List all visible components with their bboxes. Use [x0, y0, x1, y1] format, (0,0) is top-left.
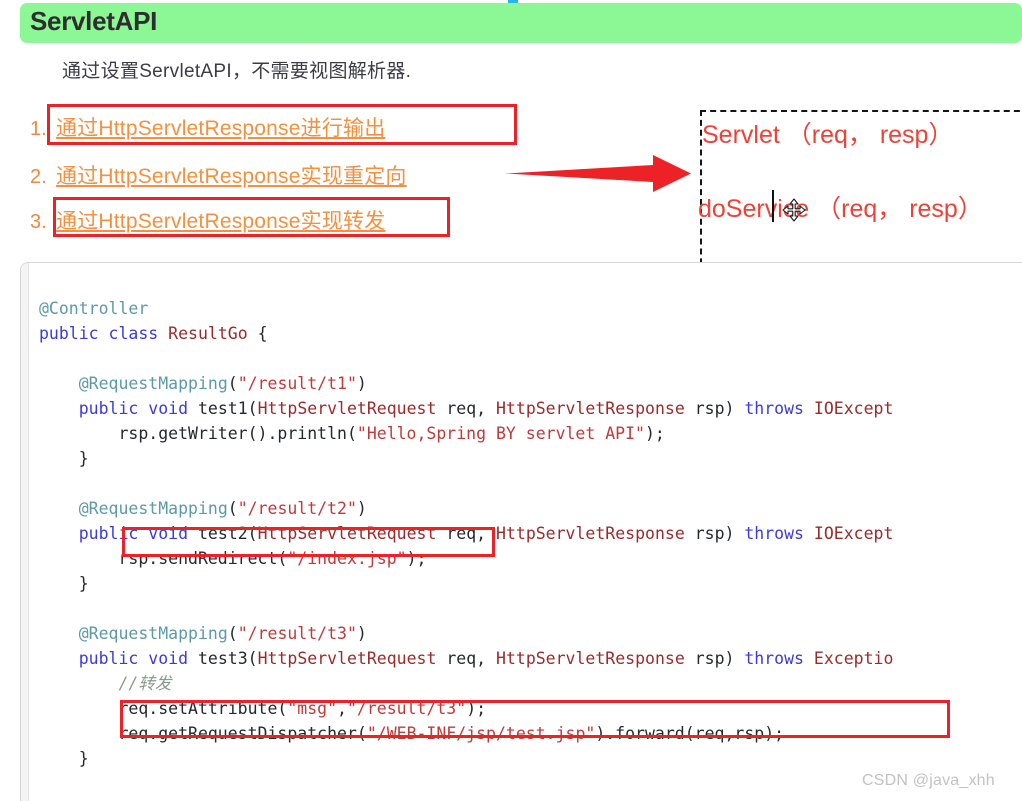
text-caret [772, 190, 774, 222]
annotation-line-1: Servlet （req， resp） [702, 121, 954, 149]
page-title: ServletAPI [30, 6, 158, 36]
subtitle-text: 通过设置ServletAPI，不需要视图解析器. [62, 61, 412, 82]
highlight-box-list-item-1 [47, 104, 517, 145]
annotation-line-2: doService （req， resp） [698, 195, 983, 223]
highlight-box-list-item-3 [53, 197, 450, 237]
red-arrow-icon [505, 155, 691, 192]
highlight-box-send-redirect [122, 527, 495, 557]
highlight-box-request-dispatcher [120, 700, 950, 738]
list-item-marker: 2. [30, 166, 47, 188]
code-scrollbar[interactable] [21, 263, 29, 801]
list-item-label: 通过HttpServletResponse实现重定向 [56, 165, 407, 188]
watermark: CSDN @java_xhh [862, 772, 995, 789]
header-banner [20, 3, 1022, 43]
move-cursor-icon [782, 198, 806, 222]
list-item: 2. 通过HttpServletResponse实现重定向 [30, 160, 407, 190]
